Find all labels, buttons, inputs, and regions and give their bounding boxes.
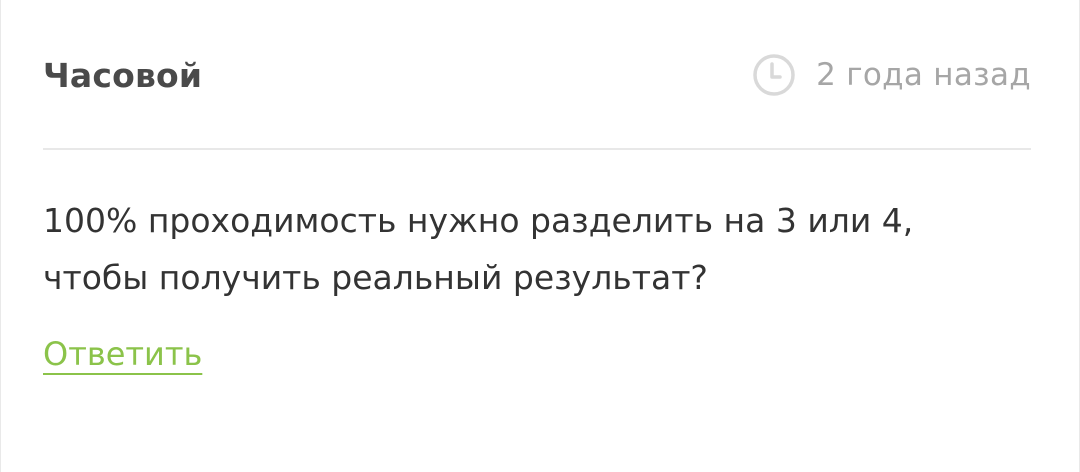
comment-body: 100% проходимость нужно разделить на 3 и… — [43, 192, 999, 306]
timestamp-text: 2 года назад — [816, 57, 1031, 93]
comment-text-line: 100% проходимость нужно разделить на 3 и… — [43, 201, 914, 240]
author-name[interactable]: Часовой — [43, 56, 202, 95]
comment-card: Часовой 2 года назад 100% проходимость н… — [0, 0, 1080, 472]
header-divider — [43, 148, 1031, 150]
comment-text-line: чтобы получить реальный результат? — [43, 258, 708, 297]
clock-icon — [752, 53, 796, 97]
comment-header: Часовой 2 года назад — [43, 44, 1031, 106]
reply-link[interactable]: Ответить — [43, 330, 202, 378]
timestamp: 2 года назад — [752, 53, 1031, 97]
